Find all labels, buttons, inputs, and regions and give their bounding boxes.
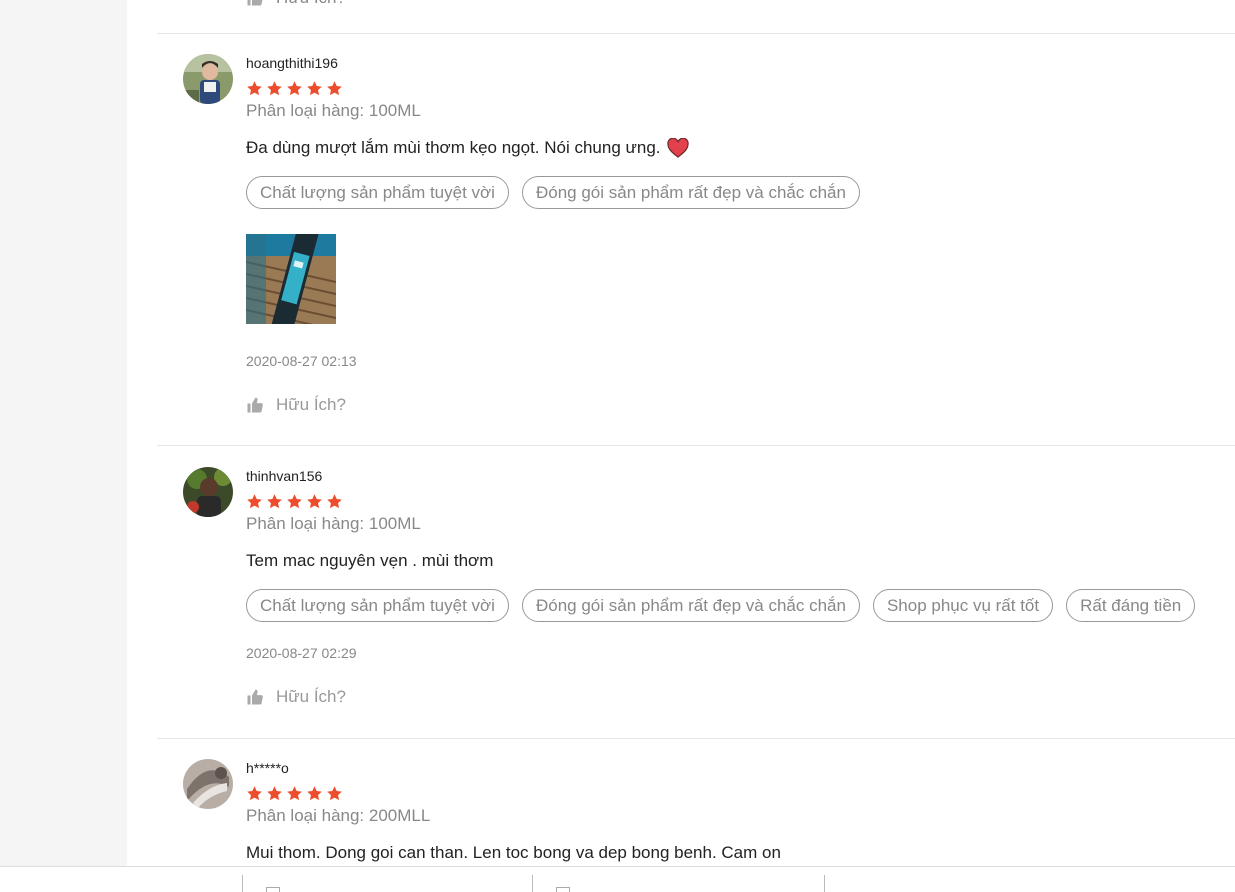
tag-chip[interactable]: Shop phục vụ rất tốt bbox=[872, 589, 1054, 622]
previous-helpful-button[interactable]: Hữu Ích? bbox=[246, 0, 346, 8]
document-icon[interactable] bbox=[266, 887, 280, 892]
star-icon bbox=[286, 785, 303, 802]
thumbs-up-icon bbox=[246, 396, 264, 414]
review-comment: Mui thom. Dong goi can than. Len toc bon… bbox=[246, 842, 1235, 864]
bottom-bar-divider bbox=[824, 875, 825, 892]
comment-text: Mui thom. Dong goi can than. Len toc bon… bbox=[246, 843, 781, 862]
comment-text: Tem mac nguyên vẹn . mùi thơm bbox=[246, 551, 494, 570]
tag-chip[interactable]: Chất lượng sản phẩm tuyệt vời bbox=[246, 589, 509, 622]
review-time: 2020-08-27 02:29 bbox=[246, 645, 357, 661]
review-comment: Tem mac nguyên vẹn . mùi thơm bbox=[246, 550, 1235, 572]
username[interactable]: hoangthithi196 bbox=[246, 54, 1235, 72]
helpful-label: Hữu Ích? bbox=[276, 687, 346, 706]
helpful-label: Hữu Ích? bbox=[276, 395, 346, 414]
tag-chip[interactable]: Đóng gói sản phẩm rất đẹp và chắc chắn bbox=[521, 589, 860, 622]
heart-icon bbox=[666, 138, 689, 158]
star-icon bbox=[286, 80, 303, 97]
variant-label: Phân loại hàng: 100ML bbox=[246, 101, 421, 120]
tag-chip[interactable]: Rất đáng tiền bbox=[1066, 589, 1196, 622]
reviews-panel: Hữu Ích? hoangthithi196 bbox=[127, 0, 1235, 866]
username[interactable]: h*****o bbox=[246, 759, 1235, 777]
review-divider bbox=[157, 738, 1235, 739]
left-gutter bbox=[0, 0, 127, 866]
bottom-bar-divider bbox=[532, 875, 533, 892]
username[interactable]: thinhvan156 bbox=[246, 467, 1235, 485]
thumbs-up-icon bbox=[246, 688, 264, 706]
review-item: thinhvan156 Phân loại hàng: 100ML Tem ma… bbox=[157, 467, 1235, 727]
review-divider bbox=[157, 445, 1235, 446]
review-photo[interactable] bbox=[246, 234, 336, 324]
bottom-bar bbox=[0, 866, 1235, 892]
tag-chip[interactable]: Chất lượng sản phẩm tuyệt vời bbox=[246, 176, 509, 209]
thumbs-up-icon bbox=[246, 0, 264, 7]
star-icon bbox=[326, 785, 343, 802]
star-icon bbox=[266, 493, 283, 510]
star-icon bbox=[306, 785, 323, 802]
review-item: h*****o Phân loại hàng: 200MLL Mui thom.… bbox=[157, 759, 1235, 866]
variant-label: Phân loại hàng: 100ML bbox=[246, 514, 421, 533]
review-tags: Chất lượng sản phẩm tuyệt vời Đóng gói s… bbox=[246, 589, 1235, 622]
review-tags: Chất lượng sản phẩm tuyệt vời Đóng gói s… bbox=[246, 176, 1235, 209]
bottom-bar-divider bbox=[242, 875, 243, 892]
helpful-label: Hữu Ích? bbox=[276, 0, 346, 8]
star-icon bbox=[286, 493, 303, 510]
rating-stars bbox=[246, 80, 1235, 97]
star-icon bbox=[306, 493, 323, 510]
star-icon bbox=[246, 493, 263, 510]
helpful-button[interactable]: Hữu Ích? bbox=[246, 687, 1235, 707]
document-icon[interactable] bbox=[556, 887, 570, 892]
review-divider bbox=[157, 33, 1235, 34]
helpful-button[interactable]: Hữu Ích? bbox=[246, 395, 1235, 415]
review-item: hoangthithi196 Phân loại hàng: 100ML Đa … bbox=[157, 54, 1235, 434]
tag-chip[interactable]: Đóng gói sản phẩm rất đẹp và chắc chắn bbox=[521, 176, 860, 209]
star-icon bbox=[246, 80, 263, 97]
avatar[interactable] bbox=[183, 54, 233, 104]
variant-label: Phân loại hàng: 200MLL bbox=[246, 806, 431, 825]
rating-stars bbox=[246, 493, 1235, 510]
review-comment: Đa dùng mượt lắm mùi thơm kẹo ngọt. Nói … bbox=[246, 137, 1235, 159]
star-icon bbox=[266, 80, 283, 97]
star-icon bbox=[306, 80, 323, 97]
star-icon bbox=[246, 785, 263, 802]
star-icon bbox=[326, 80, 343, 97]
rating-stars bbox=[246, 785, 1235, 802]
comment-text: Đa dùng mượt lắm mùi thơm kẹo ngọt. Nói … bbox=[246, 138, 661, 157]
star-icon bbox=[266, 785, 283, 802]
star-icon bbox=[326, 493, 343, 510]
avatar[interactable] bbox=[183, 467, 233, 517]
review-time: 2020-08-27 02:13 bbox=[246, 353, 357, 369]
avatar[interactable] bbox=[183, 759, 233, 809]
